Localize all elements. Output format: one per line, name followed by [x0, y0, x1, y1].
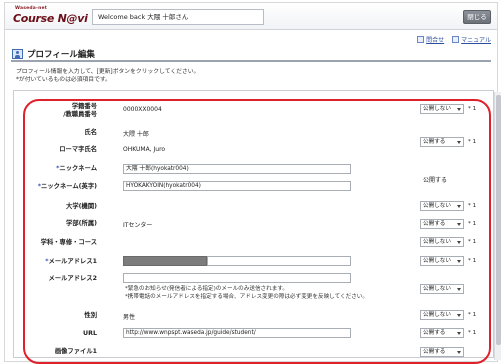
page-title: プロフィール編集	[27, 50, 95, 60]
app-window: Waseda-net Course N@vi Welcome back 大隈 十…	[4, 2, 498, 364]
manual-icon	[452, 36, 460, 43]
scrollbar-thumb[interactable]	[496, 95, 501, 345]
inquiry-label: 問合せ	[426, 37, 445, 44]
page-title-bar: プロフィール編集	[11, 47, 491, 62]
manual-label: マニュアル	[461, 37, 491, 44]
inquiry-icon	[417, 36, 425, 43]
course-navi-logo: Waseda-net Course N@vi	[11, 6, 88, 26]
instruction-line-2: *が付いているものは必須項目です。	[16, 77, 111, 83]
inquiry-link[interactable]: 問合せ	[417, 35, 444, 44]
header-bar: Waseda-net Course N@vi Welcome back 大隈 十…	[5, 3, 497, 30]
instruction-line-1: プロフィール情報を入力して、[更新]ボタンをクリックしてください。	[16, 69, 200, 75]
close-button[interactable]: 閉じる	[463, 10, 491, 24]
help-links: 問合せ マニュアル	[417, 35, 491, 44]
manual-link[interactable]: マニュアル	[452, 35, 491, 44]
welcome-box: Welcome back 大隈 十郎さん	[92, 9, 264, 25]
highlight-outline	[23, 99, 491, 364]
logo-small-text: Waseda-net	[15, 6, 48, 11]
instructions: プロフィール情報を入力して、[更新]ボタンをクリックしてください。 *が付いてい…	[16, 68, 199, 84]
profile-icon	[12, 49, 23, 59]
vertical-scrollbar[interactable]	[494, 92, 501, 360]
logo-main-text: Course N@vi	[13, 12, 88, 25]
